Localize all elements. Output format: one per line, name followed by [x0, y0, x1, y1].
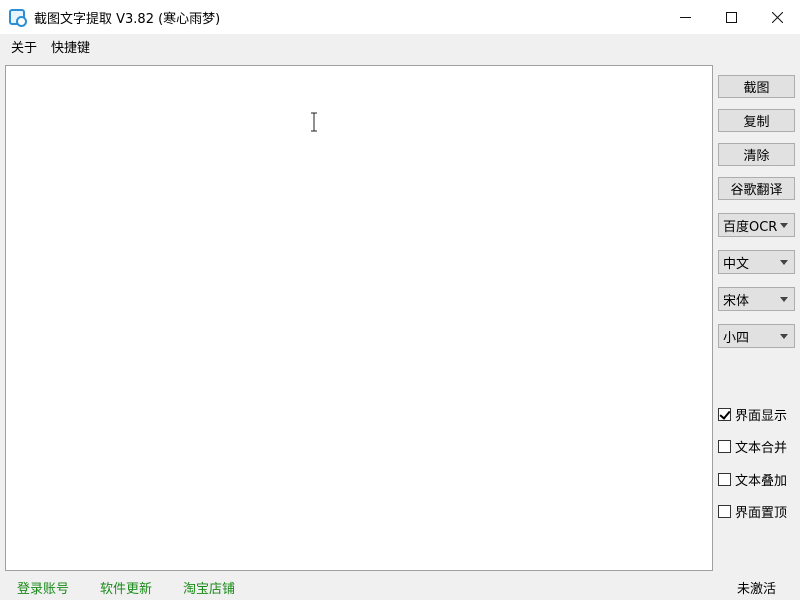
checkbox-unchecked-icon: [718, 472, 731, 486]
checkbox-merge-text[interactable]: 文本合并: [718, 437, 788, 456]
window-controls: [662, 0, 800, 34]
font-select[interactable]: 宋体: [718, 287, 795, 311]
checkbox-unchecked-icon: [718, 439, 731, 453]
checkbox-label: 文本叠加: [735, 473, 788, 489]
clear-button[interactable]: 清除: [718, 143, 795, 166]
menu-bar: 关于 快捷键: [0, 34, 800, 58]
chevron-down-icon: [780, 223, 788, 228]
checkbox-checked-icon: [718, 407, 731, 421]
chevron-down-icon: [780, 334, 788, 339]
menu-about[interactable]: 关于: [4, 37, 44, 56]
activation-status: 未激活: [736, 582, 776, 597]
checkbox-label: 界面置顶: [735, 505, 788, 521]
google-translate-button[interactable]: 谷歌翻译: [718, 177, 795, 200]
chevron-down-icon: [780, 297, 788, 302]
checkbox-label: 文本合并: [735, 440, 788, 456]
checkbox-always-on-top[interactable]: 界面置顶: [718, 502, 788, 521]
software-update-link[interactable]: 软件更新: [100, 578, 152, 597]
ocr-engine-value: 百度OCR: [723, 219, 778, 235]
language-select[interactable]: 中文: [718, 250, 795, 274]
window-title: 截图文字提取 V3.82 (寒心雨梦): [34, 11, 221, 27]
status-bar: 登录账号 软件更新 淘宝店铺 未激活: [0, 574, 800, 600]
font-value: 宋体: [723, 293, 750, 309]
app-icon: [9, 9, 27, 27]
text-cursor-icon: [311, 112, 317, 132]
minimize-button[interactable]: [662, 0, 708, 34]
menu-shortcuts[interactable]: 快捷键: [44, 37, 97, 56]
close-button[interactable]: [754, 0, 800, 34]
maximize-icon: [725, 11, 737, 23]
taobao-shop-link[interactable]: 淘宝店铺: [183, 578, 235, 597]
checkbox-show-interface[interactable]: 界面显示: [718, 405, 788, 424]
copy-button[interactable]: 复制: [718, 109, 795, 132]
font-size-value: 小四: [723, 330, 750, 346]
chevron-down-icon: [780, 260, 788, 265]
login-link[interactable]: 登录账号: [17, 578, 69, 597]
minimize-icon: [679, 16, 691, 18]
language-value: 中文: [723, 256, 750, 272]
font-size-select[interactable]: 小四: [718, 324, 795, 348]
checkbox-unchecked-icon: [718, 504, 731, 518]
maximize-button[interactable]: [708, 0, 754, 34]
checkbox-label: 界面显示: [735, 408, 788, 424]
screenshot-button[interactable]: 截图: [718, 75, 795, 98]
checkbox-overlay-text[interactable]: 文本叠加: [718, 470, 788, 489]
close-icon: [771, 11, 783, 23]
ocr-text-area[interactable]: [5, 65, 713, 571]
ocr-engine-select[interactable]: 百度OCR: [718, 213, 795, 237]
title-bar: 截图文字提取 V3.82 (寒心雨梦): [0, 0, 800, 34]
